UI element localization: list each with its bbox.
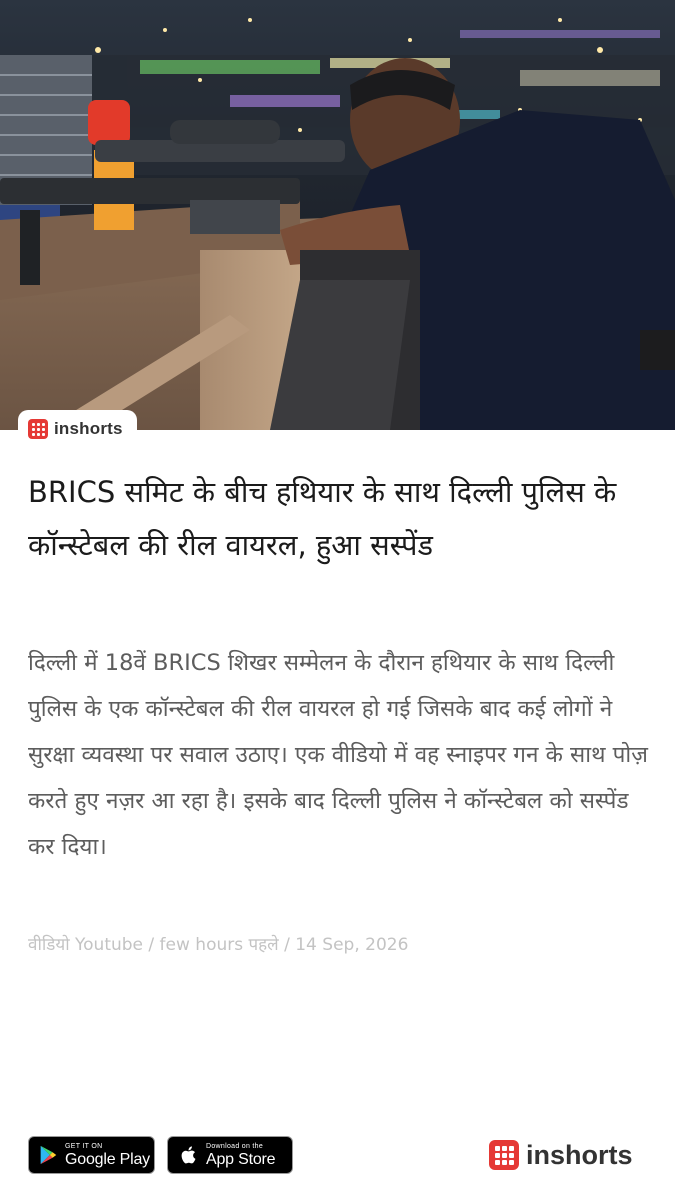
hero-image: [0, 0, 675, 430]
article-body: दिल्ली में 18वें BRICS शिखर सम्मेलन के द…: [28, 650, 648, 860]
google-play-label: Google Play: [65, 1150, 150, 1168]
google-play-small-label: GET IT ON: [65, 1142, 103, 1150]
hero-photo: [0, 0, 675, 430]
article-meta[interactable]: वीडियो Youtube / few hours पहले / 14 Sep…: [28, 932, 648, 955]
google-play-button[interactable]: GET IT ON Google Play: [28, 1136, 155, 1174]
source-badge: inshorts: [18, 410, 137, 448]
inshorts-logo-icon: [489, 1140, 519, 1170]
app-store-button[interactable]: Download on the App Store: [167, 1136, 293, 1174]
app-store-label: App Store: [206, 1150, 276, 1168]
source-badge-label: inshorts: [54, 419, 123, 438]
google-play-icon: [40, 1145, 57, 1165]
footer-brand-label: inshorts: [526, 1139, 633, 1170]
app-store-small-label: Download on the: [206, 1142, 264, 1150]
inshorts-logo-icon: [28, 419, 48, 439]
footer-brand[interactable]: inshorts: [489, 1138, 633, 1172]
article-headline: BRICS समिट के बीच हथियार के साथ दिल्ली प…: [28, 475, 617, 562]
apple-icon: [181, 1146, 196, 1164]
